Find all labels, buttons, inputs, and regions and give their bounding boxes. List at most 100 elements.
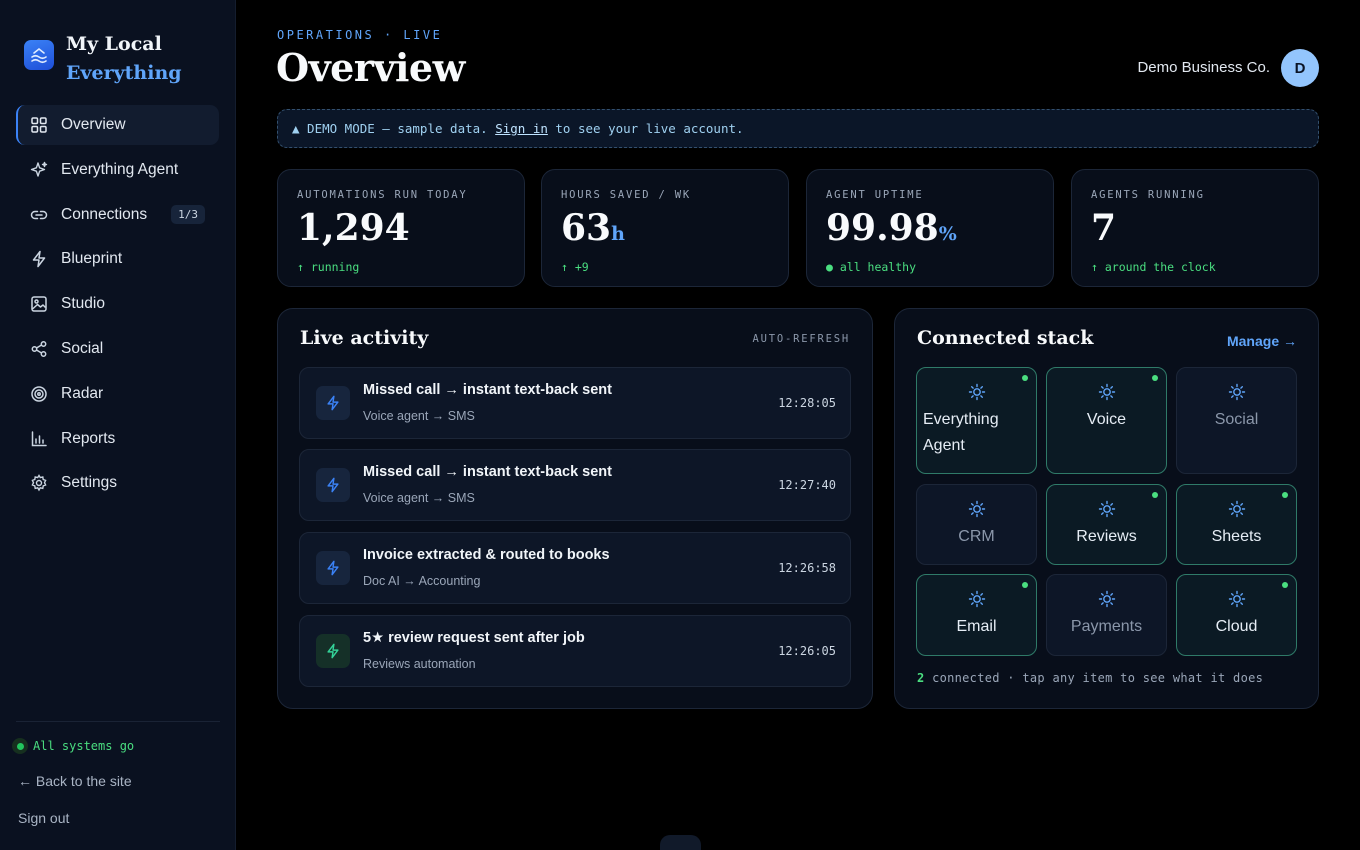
demo-banner-prefix: ▲ DEMO MODE — sample data. [292,121,488,136]
tile-label: Payments [1070,618,1143,635]
stack-tile-social[interactable]: Social [1176,367,1297,474]
sidebar-nav: Overview Everything Agent Connections 1/… [16,105,219,508]
brand[interactable]: My Local Everything [24,30,182,88]
grid-icon [30,116,48,134]
stack-tile-reviews[interactable]: Reviews [1046,484,1167,565]
stat-card-automations: AUTOMATIONS RUN TODAY 1,294 ↑ running [277,169,525,287]
tile-label: Voice [1086,411,1127,428]
avatar[interactable]: D [1281,49,1319,87]
stat-label: AGENTS RUNNING [1091,189,1205,201]
brand-logo-icon [24,40,54,70]
page-eyebrow: OPERATIONS · LIVE [277,28,443,42]
stat-value: 1,294 [297,207,410,249]
activity-title: Invoice extracted & routed to books [363,547,610,563]
stack-footer-text: connected · tap any item to see what it … [932,671,1264,685]
sidebar-item-label: Studio [61,295,105,313]
sign-out-link[interactable]: Sign out [18,810,69,826]
sidebar-item-everything-agent[interactable]: Everything Agent [16,150,219,190]
activity-item[interactable]: 5★ review request sent after job Reviews… [299,615,851,687]
manage-link[interactable]: Manage → [1227,333,1297,349]
sidebar-item-label: Reports [61,429,116,447]
stack-tile-payments[interactable]: Payments [1046,574,1167,656]
connected-count: 2 [917,671,925,685]
stat-sub: ↑ running [297,260,360,274]
bolt-icon [316,634,350,668]
sidebar-item-label: Everything Agent [61,160,179,178]
stack-tile-email[interactable]: Email [916,574,1037,656]
sidebar-item-studio[interactable]: Studio [16,284,219,324]
sidebar-item-label: Blueprint [61,250,123,268]
activity-title: Missed call → instant text-back sent [363,382,612,398]
bar-chart-icon [30,430,48,448]
sidebar-item-overview[interactable]: Overview [16,105,219,145]
stack-tile-everything-agent[interactable]: Everything Agent [916,367,1037,474]
activity-subtitle: Reviews automation [363,657,476,671]
activity-item[interactable]: Missed call → instant text-back sent Voi… [299,449,851,521]
sidebar-item-label: Connections [61,205,148,223]
connected-dot-icon [1152,375,1158,381]
activity-subtitle: Doc AI → Accounting [363,574,481,588]
activity-title: 5★ review request sent after job [363,630,585,646]
activity-item[interactable]: Missed call → instant text-back sent Voi… [299,367,851,439]
activity-time: 12:28:05 [778,396,836,410]
back-to-site-link[interactable]: ← Back to the site [18,773,132,789]
target-icon [30,385,48,403]
stat-value: 99.98% [826,207,957,249]
sign-in-link[interactable]: Sign in [495,121,548,136]
panel-title: Connected stack [917,327,1094,349]
stat-sub: ↑ +9 [561,260,589,274]
auto-refresh-label: AUTO-REFRESH [752,333,850,345]
stack-footer: 2 connected · tap any item to see what i… [917,671,1263,685]
activity-subtitle: Voice agent → SMS [363,409,475,423]
image-icon [30,295,48,313]
stack-tile-voice[interactable]: Voice [1046,367,1167,474]
sidebar-item-label: Overview [61,116,126,133]
stat-card-agents-running: AGENTS RUNNING 7 ↑ around the clock [1071,169,1319,287]
activity-item[interactable]: Invoice extracted & routed to books Doc … [299,532,851,604]
stack-tile-sheets[interactable]: Sheets [1176,484,1297,565]
tile-label: CRM [958,528,995,545]
stat-label: AGENT UPTIME [826,189,924,201]
sidebar: My Local Everything Overview Everything … [0,0,236,850]
live-activity-panel: Live activity AUTO-REFRESH Missed call →… [277,308,873,709]
sidebar-item-settings[interactable]: Settings [16,463,219,503]
stat-value: 7 [1091,207,1117,249]
tile-label: Email [956,618,997,635]
sidebar-item-connections[interactable]: Connections 1/3 [16,195,219,235]
scroll-handle[interactable] [660,835,701,850]
tile-label: Social [1214,411,1259,428]
sun-icon [968,500,985,518]
link-icon [30,206,48,224]
stat-card-hours-saved: HOURS SAVED / WK 63h ↑ +9 [541,169,789,287]
connected-dot-icon [1022,375,1028,381]
sun-icon [968,590,985,608]
system-status: All systems go [12,738,134,754]
sidebar-item-blueprint[interactable]: Blueprint [16,239,219,279]
stack-tile-crm[interactable]: CRM [916,484,1037,565]
stat-label: AUTOMATIONS RUN TODAY [297,189,468,201]
stat-value: 63h [561,207,625,249]
sidebar-item-radar[interactable]: Radar [16,374,219,414]
stack-tile-cloud[interactable]: Cloud [1176,574,1297,656]
tile-label: Sheets [1211,528,1262,545]
sidebar-item-label: Settings [61,474,118,492]
sun-icon [1098,500,1115,518]
org-name: Demo Business Co. [1137,59,1270,76]
sidebar-item-label: Social [61,339,104,357]
bolt-icon [316,468,350,502]
connected-dot-icon [1282,582,1288,588]
stat-sub: ● all healthy [826,260,917,274]
demo-banner-suffix: to see your live account. [555,121,744,136]
sidebar-item-reports[interactable]: Reports [16,419,219,459]
activity-time: 12:26:58 [778,561,836,575]
sidebar-item-social[interactable]: Social [16,329,219,369]
activity-subtitle: Voice agent → SMS [363,491,475,505]
sidebar-divider [16,721,220,722]
sun-icon [1098,383,1115,401]
bolt-icon [316,551,350,585]
connected-dot-icon [1022,582,1028,588]
sun-icon [968,383,985,401]
activity-time: 12:27:40 [778,478,836,492]
tile-label: Everything Agent [923,411,999,454]
activity-title: Missed call → instant text-back sent [363,464,612,480]
